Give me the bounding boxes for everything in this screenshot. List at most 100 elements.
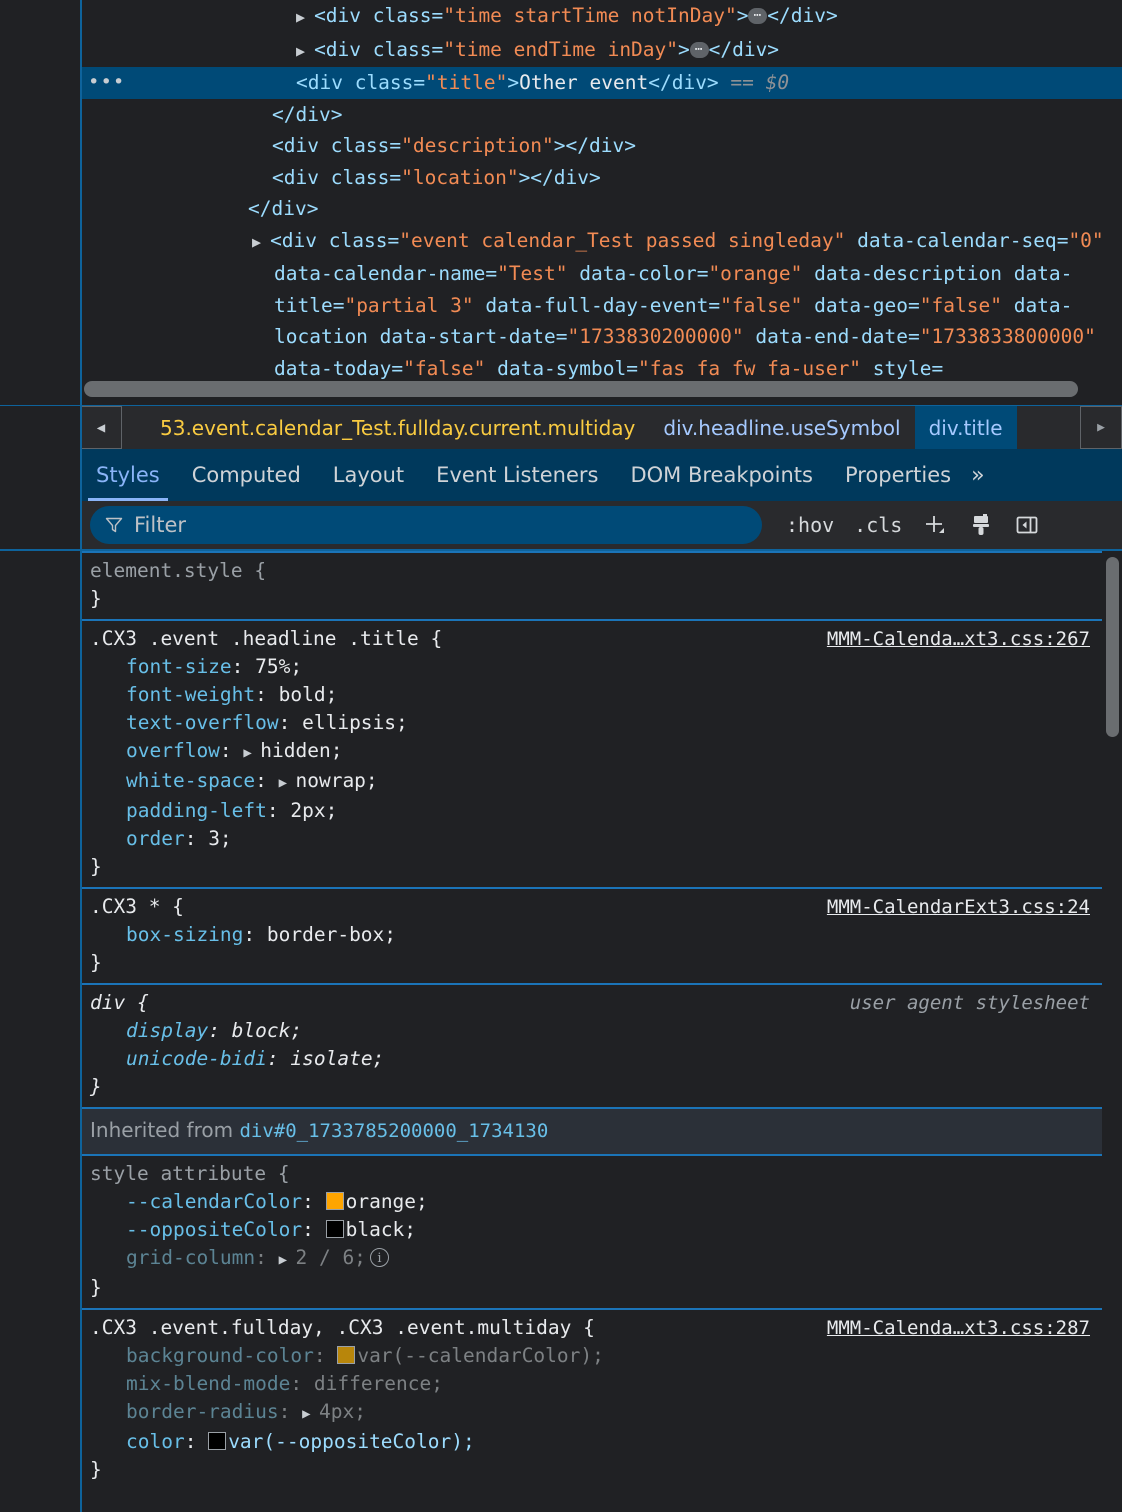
style-rule[interactable]: element.style {} [80,551,1102,619]
css-property-name[interactable]: overflow [126,739,220,762]
css-declaration[interactable]: padding-left: 2px; [90,797,1102,825]
style-rule[interactable]: div {user agent stylesheet display: block… [80,983,1102,1107]
css-property-value[interactable]: isolate; [290,1047,384,1070]
style-rule[interactable]: .CX3 .event .headline .title { MMM-Calend… [80,619,1102,887]
style-rule-selector[interactable]: element.style { [90,557,266,585]
css-property-value[interactable]: 2px; [290,799,337,822]
css-property-value[interactable]: 3; [208,827,231,850]
element-classes-button[interactable]: .cls [844,505,912,545]
css-property-value[interactable]: var(--oppositeColor); [228,1430,475,1453]
css-declaration[interactable]: --calendarColor: orange; [90,1188,1102,1216]
tab-event-listeners[interactable]: Event Listeners [420,449,614,501]
css-property-name[interactable]: mix-blend-mode [126,1372,290,1395]
css-property-name[interactable]: display [126,1019,208,1042]
css-property-name[interactable]: color [126,1430,185,1453]
breadcrumb-item-0[interactable]: 53.event.calendar_Test.fullday.current.m… [122,406,649,449]
value-expander-icon[interactable]: ▶ [279,1252,296,1268]
style-rule-source-link[interactable]: MMM-Calenda…xt3.css:287 [827,1314,1090,1342]
css-property-value[interactable]: border-box; [267,923,396,946]
dom-row[interactable]: ▶ <div class="time startTime notInDay"> ⋯… [0,0,1122,34]
css-declaration[interactable]: color: var(--oppositeColor); [90,1428,1102,1456]
css-declaration[interactable]: border-radius: ▶ 4px; [90,1398,1102,1428]
css-property-value[interactable]: black; [346,1218,416,1241]
expand-triangle-icon[interactable]: ▶ [296,8,314,26]
hover-state-button[interactable]: :hov [776,505,844,545]
css-property-value[interactable]: 75%; [255,655,302,678]
value-expander-icon[interactable]: ▶ [243,745,260,761]
css-declaration[interactable]: overflow: ▶ hidden; [90,737,1102,767]
style-rule-selector[interactable]: .CX3 * { [90,893,184,921]
style-rule-source-link[interactable]: MMM-CalendarExt3.css:24 [827,893,1090,921]
styles-vertical-scrollbar[interactable] [1104,551,1122,1512]
styles-vertical-scrollbar-thumb[interactable] [1106,557,1119,737]
row-more-options-icon[interactable]: ••• [88,67,125,99]
dom-row[interactable]: </div> [0,193,1122,225]
css-property-name[interactable]: border-radius [126,1400,279,1423]
css-declaration[interactable]: white-space: ▶ nowrap; [90,767,1102,797]
css-property-value[interactable]: ellipsis; [302,711,408,734]
css-property-name[interactable]: --calendarColor [126,1190,302,1213]
style-rule-selector[interactable]: div { [90,989,149,1017]
dom-row-selected[interactable]: ••• <div class="title">Other event</div> … [0,67,1122,99]
inherited-from-node-link[interactable]: div#0_1733785200000_1734130 [239,1120,548,1142]
tab-dom-breakpoints[interactable]: DOM Breakpoints [614,449,829,501]
css-property-name[interactable]: grid-column [126,1246,255,1269]
style-rule-selector[interactable]: .CX3 .event.fullday, .CX3 .event.multida… [90,1314,595,1342]
css-property-value[interactable]: block; [232,1019,302,1042]
css-declaration[interactable]: box-sizing: border-box; [90,921,1102,949]
css-declaration[interactable]: background-color: var(--calendarColor); [90,1342,1102,1370]
css-property-name[interactable]: font-weight [126,683,255,706]
css-declaration[interactable]: unicode-bidi: isolate; [90,1045,1102,1073]
copy-styles-button[interactable] [958,505,1004,545]
css-property-value[interactable]: var(--calendarColor); [357,1344,604,1367]
css-declaration[interactable]: order: 3; [90,825,1102,853]
style-rule-selector[interactable]: .CX3 .event .headline .title { [90,625,442,653]
css-declaration[interactable]: display: block; [90,1017,1102,1045]
breadcrumb-item-2[interactable]: div.title [914,406,1017,449]
style-rule-selector[interactable]: style attribute { [90,1160,290,1188]
breadcrumb-scroll-right-button[interactable]: ▶ [1080,406,1122,449]
style-rule[interactable]: .CX3 .event.fullday, .CX3 .event.multida… [80,1308,1102,1490]
breadcrumb-scroll-left-button[interactable]: ◀ [80,406,122,449]
css-declaration[interactable]: font-weight: bold; [90,681,1102,709]
css-property-name[interactable]: white-space [126,769,255,792]
css-declaration[interactable]: --oppositeColor: black; [90,1216,1102,1244]
dom-row[interactable]: ▶ <div class="event calendar_Test passed… [0,225,1122,385]
css-property-value[interactable]: 4px; [319,1400,366,1423]
dom-row[interactable]: ▶ <div class="time endTime inDay"> ⋯ </div… [0,34,1122,68]
expand-triangle-icon[interactable]: ▶ [296,42,314,60]
css-declaration[interactable]: text-overflow: ellipsis; [90,709,1102,737]
css-declaration[interactable]: grid-column: ▶ 2 / 6; [90,1244,1102,1274]
css-property-name[interactable]: font-size [126,655,232,678]
css-property-value[interactable]: nowrap; [295,769,377,792]
color-swatch[interactable] [208,1432,227,1450]
toggle-sidebar-button[interactable] [1004,505,1050,545]
expand-triangle-icon[interactable]: ▶ [252,233,270,251]
breadcrumb-item-1[interactable]: div.headline.useSymbol [649,406,914,449]
dom-tree-pane[interactable]: ▶ <div class="time startTime notInDay"> ⋯… [0,0,1122,405]
info-icon[interactable] [369,1245,389,1273]
color-swatch[interactable] [337,1346,356,1364]
value-expander-icon[interactable]: ▶ [279,775,296,791]
color-swatch[interactable] [325,1192,344,1210]
dom-horizontal-scrollbar[interactable] [82,381,1118,397]
filter-input[interactable]: Filter [90,506,762,544]
tab-overflow-button[interactable]: » [967,449,996,501]
dom-row[interactable]: <div class="description"></div> [0,130,1122,162]
css-property-value[interactable]: bold; [279,683,338,706]
css-property-name[interactable]: padding-left [126,799,267,822]
tab-styles[interactable]: Styles [80,449,176,501]
css-declaration[interactable]: font-size: 75%; [90,653,1102,681]
dom-horizontal-scrollbar-thumb[interactable] [84,381,1078,397]
css-declaration[interactable]: mix-blend-mode: difference; [90,1370,1102,1398]
dom-row[interactable]: <div class="location"></div> [0,162,1122,194]
css-property-name[interactable]: background-color [126,1344,314,1367]
css-property-name[interactable]: box-sizing [126,923,243,946]
style-rule-source-link[interactable]: MMM-Calenda…xt3.css:267 [827,625,1090,653]
value-expander-icon[interactable]: ▶ [302,1406,319,1422]
tab-computed[interactable]: Computed [176,449,317,501]
color-swatch[interactable] [325,1220,344,1238]
css-property-name[interactable]: order [126,827,185,850]
dom-row[interactable]: </div> [0,99,1122,131]
styles-pane[interactable]: element.style {} .CX3 .event .headline .t… [0,551,1122,1512]
